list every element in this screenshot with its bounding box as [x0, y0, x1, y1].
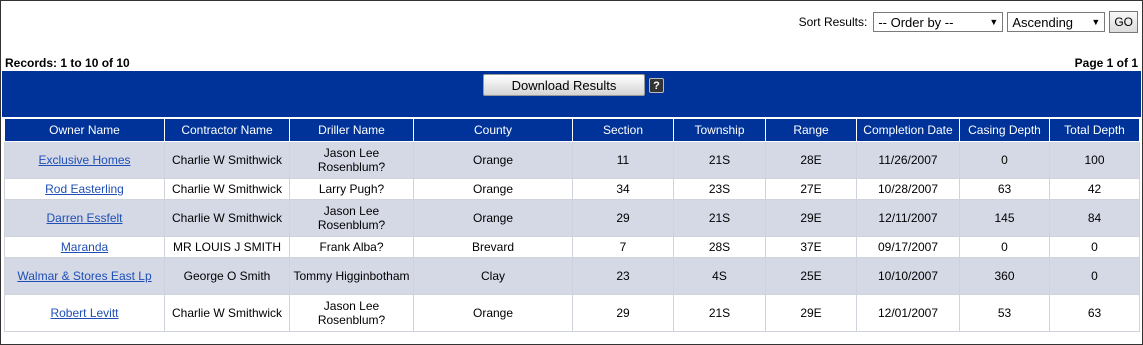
section-cell: 29	[572, 199, 674, 237]
go-button[interactable]: GO	[1109, 11, 1138, 33]
owner-cell: Darren Essfelt	[4, 199, 165, 237]
range-cell: 29E	[765, 199, 857, 237]
total-depth-cell: 42	[1049, 178, 1140, 200]
township-cell: 21S	[673, 294, 766, 332]
results-panel: Sort Results: -- Order by -- ▼ Ascending…	[0, 0, 1143, 345]
owner-cell: Robert Levitt	[4, 294, 165, 332]
casing-depth-cell: 63	[959, 178, 1050, 200]
column-header-range: Range	[765, 118, 857, 142]
township-cell: 23S	[673, 178, 766, 200]
completion-date-cell: 12/11/2007	[856, 199, 960, 237]
completion-date-cell: 10/28/2007	[856, 178, 960, 200]
results-table: Owner Name Contractor Name Driller Name …	[4, 118, 1140, 332]
casing-depth-cell: 53	[959, 294, 1050, 332]
completion-date-cell: 10/10/2007	[856, 257, 960, 295]
township-cell: 4S	[673, 257, 766, 295]
range-cell: 27E	[765, 178, 857, 200]
column-header-driller-name: Driller Name	[289, 118, 414, 142]
county-cell: Orange	[413, 178, 573, 200]
completion-date-cell: 09/17/2007	[856, 236, 960, 258]
driller-cell: Jason Lee Rosenblum?	[289, 141, 414, 179]
order-by-select[interactable]: -- Order by -- ▼	[873, 12, 1004, 32]
column-header-county: County	[413, 118, 573, 142]
dropdown-arrow-icon: ▼	[989, 17, 999, 27]
contractor-cell: MR LOUIS J SMITH	[164, 236, 290, 258]
total-depth-cell: 100	[1049, 141, 1140, 179]
casing-depth-cell: 0	[959, 141, 1050, 179]
sort-direction-value: Ascending	[1012, 14, 1074, 30]
table-row: Rod Easterling Charlie W Smithwick Larry…	[4, 178, 1140, 200]
driller-cell: Frank Alba?	[289, 236, 414, 258]
casing-depth-cell: 145	[959, 199, 1050, 237]
owner-cell: Exclusive Homes	[4, 141, 165, 179]
page-indicator: Page 1 of 1	[1074, 56, 1138, 70]
sort-direction-select[interactable]: Ascending ▼	[1007, 12, 1106, 32]
dropdown-arrow-icon: ▼	[1091, 17, 1101, 27]
owner-cell: Maranda	[4, 236, 165, 258]
owner-link[interactable]: Robert Levitt	[50, 306, 118, 320]
county-cell: Orange	[413, 199, 573, 237]
range-cell: 25E	[765, 257, 857, 295]
total-depth-cell: 0	[1049, 236, 1140, 258]
table-row: Darren Essfelt Charlie W Smithwick Jason…	[4, 199, 1140, 237]
column-header-owner-name: Owner Name	[4, 118, 165, 142]
contractor-cell: Charlie W Smithwick	[164, 178, 290, 200]
owner-link[interactable]: Maranda	[61, 240, 108, 254]
township-cell: 21S	[673, 141, 766, 179]
column-header-total-depth: Total Depth	[1049, 118, 1140, 142]
contractor-cell: Charlie W Smithwick	[164, 199, 290, 237]
township-cell: 21S	[673, 199, 766, 237]
sort-bar: Sort Results: -- Order by -- ▼ Ascending…	[799, 10, 1138, 34]
driller-cell: Jason Lee Rosenblum?	[289, 294, 414, 332]
county-cell: Clay	[413, 257, 573, 295]
column-header-contractor-name: Contractor Name	[164, 118, 290, 142]
help-icon[interactable]: ?	[649, 78, 664, 93]
contractor-cell: Charlie W Smithwick	[164, 294, 290, 332]
casing-depth-cell: 0	[959, 236, 1050, 258]
township-cell: 28S	[673, 236, 766, 258]
range-cell: 37E	[765, 236, 857, 258]
range-cell: 28E	[765, 141, 857, 179]
total-depth-cell: 84	[1049, 199, 1140, 237]
download-results-button[interactable]: Download Results	[483, 74, 645, 96]
owner-link[interactable]: Rod Easterling	[45, 182, 124, 196]
sort-label: Sort Results:	[798, 15, 868, 29]
table-row: Exclusive Homes Charlie W Smithwick Jaso…	[4, 141, 1140, 179]
county-cell: Orange	[413, 141, 573, 179]
casing-depth-cell: 360	[959, 257, 1050, 295]
owner-link[interactable]: Exclusive Homes	[38, 153, 130, 167]
column-header-section: Section	[572, 118, 674, 142]
range-cell: 29E	[765, 294, 857, 332]
owner-cell: Rod Easterling	[4, 178, 165, 200]
contractor-cell: Charlie W Smithwick	[164, 141, 290, 179]
table-row: Robert Levitt Charlie W Smithwick Jason …	[4, 294, 1140, 332]
table-header-row: Owner Name Contractor Name Driller Name …	[4, 118, 1140, 142]
completion-date-cell: 12/01/2007	[856, 294, 960, 332]
section-cell: 34	[572, 178, 674, 200]
owner-link[interactable]: Walmar & Stores East Lp	[17, 269, 151, 283]
download-bar: Download Results ?	[2, 71, 1141, 117]
contractor-cell: George O Smith	[164, 257, 290, 295]
total-depth-cell: 63	[1049, 294, 1140, 332]
county-cell: Orange	[413, 294, 573, 332]
records-count: Records: 1 to 10 of 10	[5, 56, 130, 70]
column-header-completion-date: Completion Date	[856, 118, 960, 142]
completion-date-cell: 11/26/2007	[856, 141, 960, 179]
owner-cell: Walmar & Stores East Lp	[4, 257, 165, 295]
driller-cell: Jason Lee Rosenblum?	[289, 199, 414, 237]
column-header-casing-depth: Casing Depth	[959, 118, 1050, 142]
total-depth-cell: 0	[1049, 257, 1140, 295]
table-row: Maranda MR LOUIS J SMITH Frank Alba? Bre…	[4, 236, 1140, 258]
section-cell: 23	[572, 257, 674, 295]
owner-link[interactable]: Darren Essfelt	[46, 211, 122, 225]
county-cell: Brevard	[413, 236, 573, 258]
section-cell: 7	[572, 236, 674, 258]
column-header-township: Township	[673, 118, 766, 142]
section-cell: 29	[572, 294, 674, 332]
order-by-value: -- Order by --	[878, 14, 954, 30]
table-row: Walmar & Stores East Lp George O Smith T…	[4, 257, 1140, 295]
section-cell: 11	[572, 141, 674, 179]
driller-cell: Larry Pugh?	[289, 178, 414, 200]
driller-cell: Tommy Higginbotham	[289, 257, 414, 295]
